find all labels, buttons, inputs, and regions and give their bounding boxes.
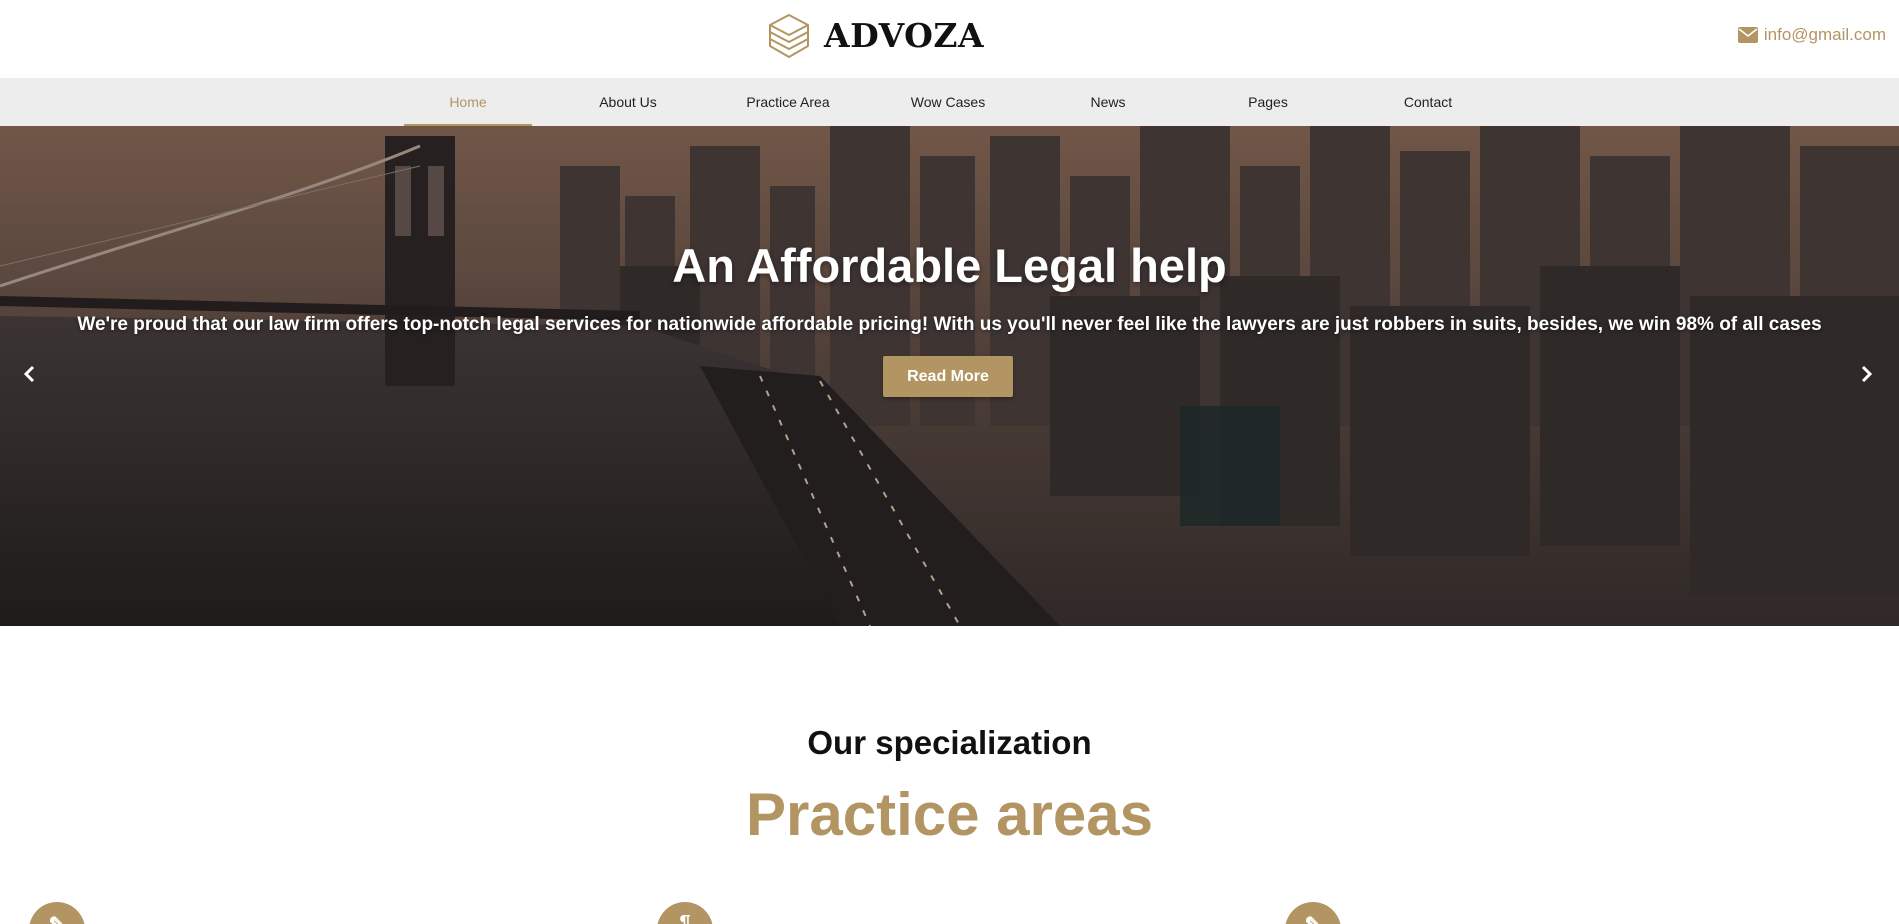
- nav-item-news[interactable]: News: [1044, 78, 1172, 126]
- slider-next-button[interactable]: [1852, 362, 1880, 390]
- chevron-left-icon: [23, 365, 37, 388]
- practice-area-icon: ✎: [1305, 912, 1322, 924]
- section-title: Practice areas: [746, 781, 1153, 848]
- header-email[interactable]: info@gmail.com: [1737, 25, 1886, 45]
- practice-icon-circle: ✎: [29, 902, 85, 924]
- top-header: ADVOZA info@gmail.com: [0, 0, 1899, 78]
- nav-item-about-us[interactable]: About Us: [564, 78, 692, 126]
- brand-logo[interactable]: ADVOZA: [766, 12, 984, 60]
- hero-slider: An Affordable Legal help We're proud tha…: [0, 126, 1899, 626]
- email-text: info@gmail.com: [1763, 25, 1886, 44]
- practice-icon-circle: ¶: [657, 902, 713, 924]
- main-nav: Home About Us Practice Area Wow Cases Ne…: [0, 78, 1899, 126]
- stacked-layers-icon: [766, 12, 812, 60]
- nav-item-practice-area[interactable]: Practice Area: [724, 78, 852, 126]
- hero-title: An Affordable Legal help: [672, 239, 1227, 292]
- chevron-right-icon: [1859, 365, 1873, 388]
- slider-prev-button[interactable]: [16, 362, 44, 390]
- brand-name: ADVOZA: [824, 16, 985, 55]
- nav-item-contact[interactable]: Contact: [1364, 78, 1492, 126]
- nav-item-pages[interactable]: Pages: [1204, 78, 1332, 126]
- nav-item-home[interactable]: Home: [404, 78, 532, 126]
- section-eyebrow: Our specialization: [807, 724, 1092, 761]
- nav-item-wow-cases[interactable]: Wow Cases: [884, 78, 1012, 126]
- practice-area-icon: ✎: [49, 912, 66, 924]
- practice-icon-circle: ✎: [1285, 902, 1341, 924]
- hero-subtitle: We're proud that our law firm offers top…: [77, 314, 1822, 335]
- envelope-icon: [1737, 27, 1758, 43]
- practice-area-icon: ¶: [679, 912, 691, 924]
- read-more-button[interactable]: Read More: [883, 356, 1013, 397]
